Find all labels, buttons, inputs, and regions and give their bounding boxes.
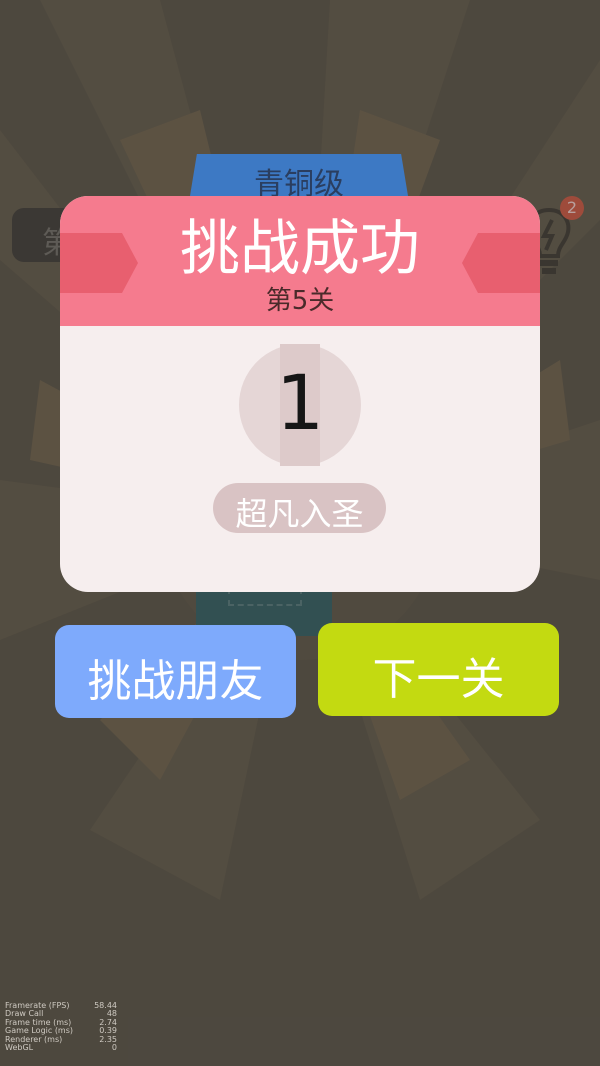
achievement-label: 超凡入圣 bbox=[235, 495, 364, 533]
result-modal: 挑战成功 第5关 1 超凡入圣 bbox=[60, 196, 540, 592]
score-circle: 1 bbox=[239, 344, 361, 466]
challenge-friend-label: 挑战朋友 bbox=[87, 656, 264, 707]
score-value: 1 bbox=[275, 358, 325, 447]
level-number: 第5关 bbox=[265, 286, 335, 316]
next-level-label: 下一关 bbox=[372, 654, 505, 705]
modal-header: 挑战成功 第5关 bbox=[60, 196, 540, 326]
next-level-button[interactable]: 下一关 bbox=[318, 623, 559, 716]
challenge-friend-button[interactable]: 挑战朋友 bbox=[55, 625, 296, 718]
achievement-badge: 超凡入圣 bbox=[213, 483, 386, 533]
debug-stats-panel: Framerate (FPS) 58.44 Draw Call 48 Frame t… bbox=[5, 1001, 117, 1053]
stat-row: WebGL 0 bbox=[5, 1043, 117, 1053]
modal-title: 挑战成功 bbox=[180, 214, 420, 284]
